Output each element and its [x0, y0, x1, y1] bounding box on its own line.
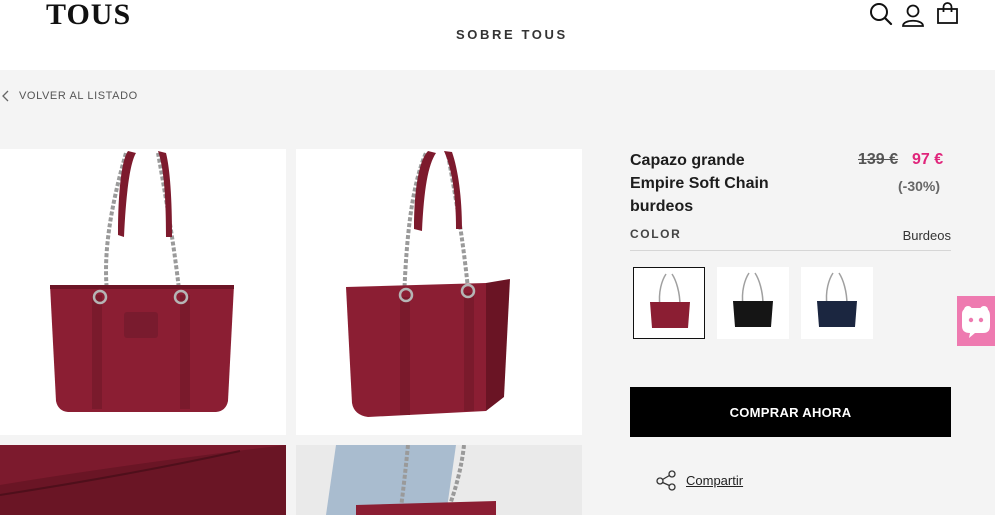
product-photo-angle[interactable] — [296, 149, 582, 435]
bag-icon[interactable] — [935, 1, 961, 27]
share-icon — [656, 470, 676, 491]
chat-widget-button[interactable] — [957, 296, 995, 346]
product-photo-model[interactable] — [296, 445, 582, 515]
site-header: TOUS SOBRE TOUS — [0, 0, 995, 70]
search-icon[interactable] — [868, 1, 894, 27]
color-swatch-negro[interactable] — [717, 267, 789, 339]
divider — [630, 250, 951, 251]
sale-price: 97 € — [912, 151, 944, 168]
share-link[interactable]: Compartir — [656, 470, 743, 491]
share-label: Compartir — [686, 473, 744, 488]
model-with-bag-image — [296, 445, 582, 515]
product-photo-front[interactable] — [0, 149, 286, 435]
swatch-bag-image — [650, 273, 690, 328]
back-link-label: VOLVER AL LISTADO — [19, 90, 138, 102]
user-icon[interactable] — [900, 3, 926, 29]
color-swatch-burdeos[interactable] — [633, 267, 705, 339]
bag-angle-image — [346, 151, 510, 417]
chevron-left-icon — [2, 90, 9, 102]
product-photo-detail[interactable] — [0, 445, 286, 515]
brand-logo[interactable]: TOUS — [46, 0, 131, 32]
chat-bear-icon — [962, 306, 990, 338]
swatch-bag-image — [817, 272, 857, 327]
bag-front-image — [50, 151, 234, 412]
selected-color-name: Burdeos — [902, 228, 951, 243]
nav-sobre-tous[interactable]: SOBRE TOUS — [456, 27, 568, 42]
color-swatch-azul[interactable] — [801, 267, 873, 339]
discount-badge: (-30%) — [898, 178, 941, 194]
color-label: COLOR — [630, 227, 682, 241]
bag-interior-image — [0, 445, 286, 515]
back-to-listing-link[interactable]: VOLVER AL LISTADO — [2, 90, 138, 102]
original-price: 139 € — [858, 151, 899, 168]
buy-now-button[interactable]: COMPRAR AHORA — [630, 387, 951, 437]
swatch-bag-image — [733, 272, 773, 327]
product-title: Capazo grande Empire Soft Chain burdeos — [630, 152, 769, 215]
